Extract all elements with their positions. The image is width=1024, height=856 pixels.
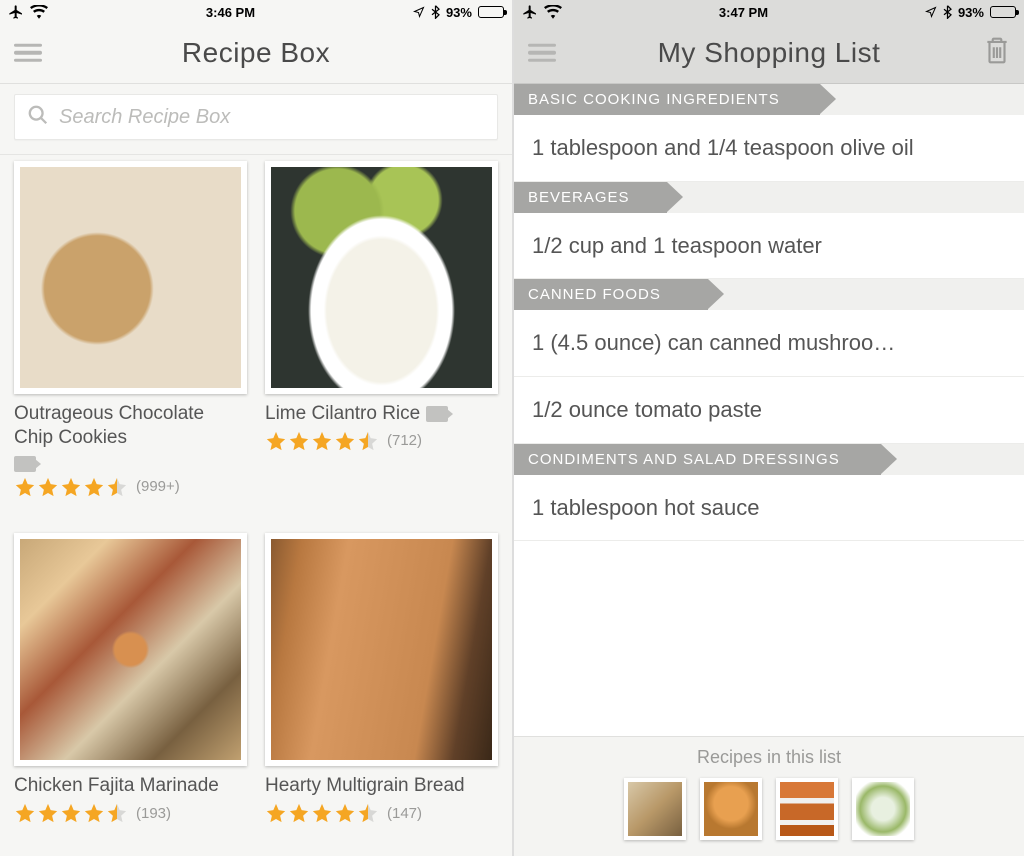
airplane-mode-icon [8,4,24,20]
recipe-thumbnail [265,533,498,766]
airplane-mode-icon [522,4,538,20]
video-icon [426,406,448,422]
recipe-chips [514,778,1024,840]
search-icon [27,104,49,131]
menu-button[interactable] [0,31,56,74]
battery-percent: 93% [958,5,984,20]
recipe-title: Lime Cilantro Rice [265,402,420,426]
recipe-chip[interactable] [852,778,914,840]
recipe-card[interactable]: Outrageous Chocolate Chip Cookies (999+) [14,161,247,523]
page-title: My Shopping List [658,37,881,69]
recipe-card[interactable]: Chicken Fajita Marinade (193) [14,533,247,850]
bluetooth-icon [943,5,952,19]
battery-percent: 93% [446,5,472,20]
status-bar: 3:46 PM 93% [0,0,512,22]
battery-icon [990,6,1016,18]
status-time: 3:47 PM [719,5,768,20]
video-icon [14,456,36,472]
search-input[interactable] [59,106,485,129]
section-header: BASIC COOKING INGREDIENTS [514,84,820,115]
review-count: (193) [136,805,171,822]
recipe-grid: Outrageous Chocolate Chip Cookies (999+)… [0,155,512,856]
list-item[interactable]: 1 tablespoon and 1/4 teaspoon olive oil [514,115,1024,182]
recipe-title: Outrageous Chocolate Chip Cookies [14,402,247,450]
page-title: Recipe Box [182,37,330,69]
location-icon [925,6,937,18]
review-count: (712) [387,432,422,449]
list-item[interactable]: 1 tablespoon hot sauce [514,475,1024,542]
wifi-icon [30,5,48,19]
nav-header: My Shopping List [514,22,1024,84]
search-bar [0,84,512,155]
wifi-icon [544,5,562,19]
search-box[interactable] [14,94,498,140]
status-bar: 3:47 PM 93% [514,0,1024,22]
menu-button[interactable] [514,31,570,74]
review-count: (147) [387,805,422,822]
section-header: CANNED FOODS [514,279,708,310]
rating-stars [14,476,128,498]
recipes-footer-title: Recipes in this list [514,747,1024,768]
recipe-title: Chicken Fajita Marinade [14,774,219,798]
recipe-thumbnail [14,533,247,766]
recipe-chip[interactable] [700,778,762,840]
nav-header: Recipe Box [0,22,512,84]
battery-icon [478,6,504,18]
recipe-card[interactable]: Hearty Multigrain Bread (147) [265,533,498,850]
shopping-list[interactable]: BASIC COOKING INGREDIENTS 1 tablespoon a… [514,84,1024,736]
screen-recipe-box: 3:46 PM 93% Recipe Box Outrageous [0,0,512,856]
recipe-title: Hearty Multigrain Bread [265,774,465,798]
section-header: BEVERAGES [514,182,667,213]
section-header: CONDIMENTS AND SALAD DRESSINGS [514,444,881,475]
rating-stars [265,430,379,452]
rating-stars [265,802,379,824]
recipes-footer: Recipes in this list [514,736,1024,856]
recipe-thumbnail [265,161,498,394]
screen-shopping-list: 3:47 PM 93% My Shopping List BASIC COOKI… [512,0,1024,856]
list-item[interactable]: 1 (4.5 ounce) can canned mushroo… [514,310,1024,377]
recipe-chip[interactable] [776,778,838,840]
status-time: 3:46 PM [206,5,255,20]
list-item[interactable]: 1/2 cup and 1 teaspoon water [514,213,1024,280]
recipe-thumbnail [14,161,247,394]
location-icon [413,6,425,18]
list-item[interactable]: 1/2 ounce tomato paste [514,377,1024,444]
delete-button[interactable] [970,27,1024,78]
recipe-chip[interactable] [624,778,686,840]
recipe-card[interactable]: Lime Cilantro Rice (712) [265,161,498,523]
rating-stars [14,802,128,824]
bluetooth-icon [431,5,440,19]
review-count: (999+) [136,478,180,495]
